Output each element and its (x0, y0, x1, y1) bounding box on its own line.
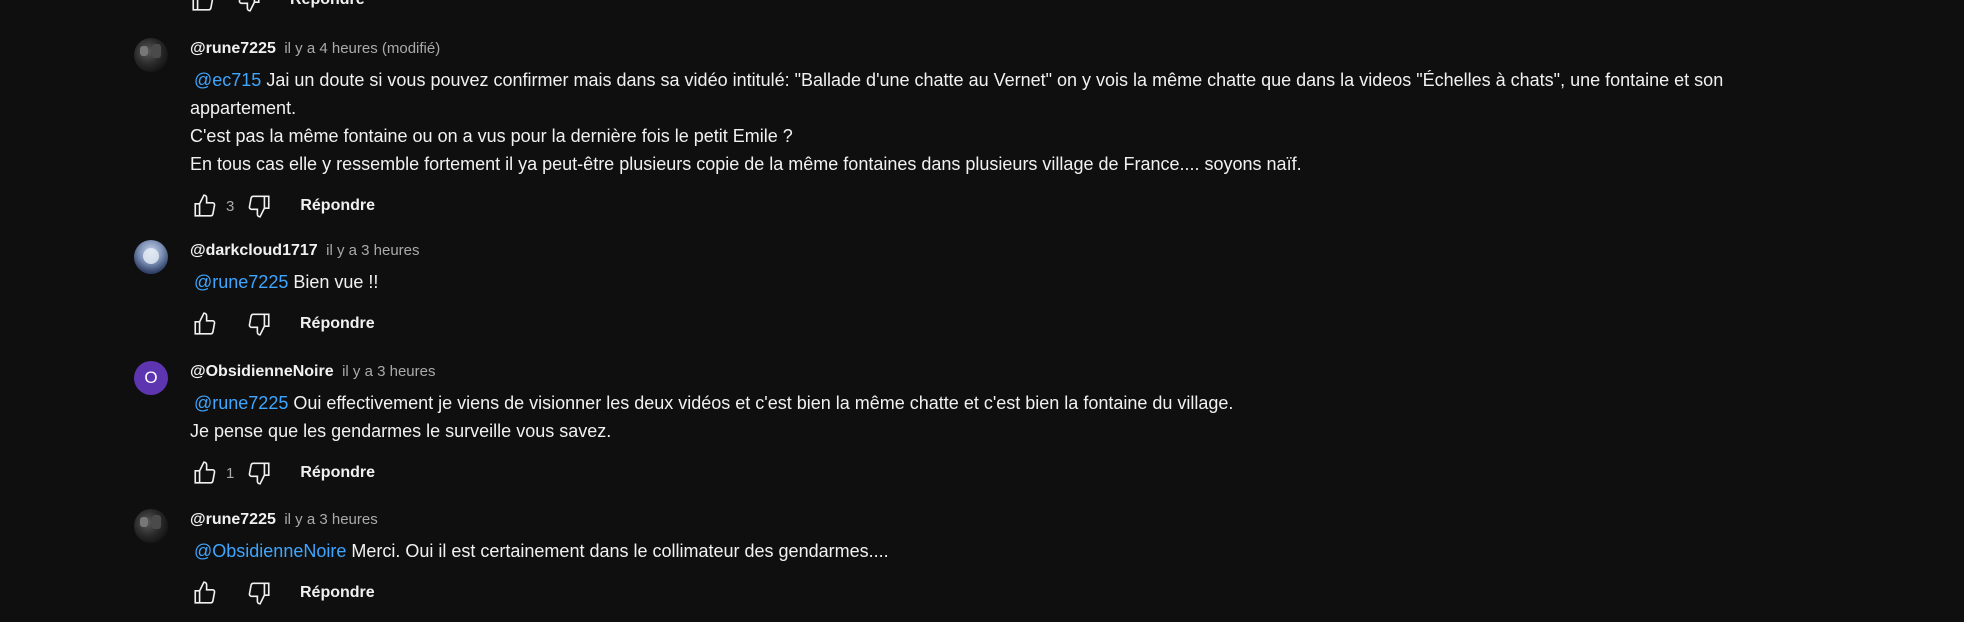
comment-body: @ObsidienneNoire il y a 3 heures @rune72… (190, 361, 1924, 491)
reply-button[interactable]: Répondre (300, 584, 375, 602)
reply-button[interactable]: Répondre (290, 0, 365, 9)
timestamp[interactable]: il y a 3 heures (326, 242, 419, 259)
avatar[interactable] (134, 509, 168, 543)
comment-text: @rune7225 Oui effectivement je viens de … (190, 389, 1924, 445)
like-count: 3 (226, 197, 235, 215)
like-button[interactable] (188, 0, 218, 15)
thumbs-down-icon (248, 195, 270, 218)
comment-body: @darkcloud1717 il y a 3 heures @rune7225… (190, 240, 1924, 342)
mention-link[interactable]: @ObsidienneNoire (194, 541, 346, 561)
thumbs-down-icon (248, 582, 270, 605)
avatar[interactable] (134, 38, 168, 72)
mention-link[interactable]: @rune7225 (194, 393, 288, 413)
dislike-button[interactable] (244, 191, 274, 221)
comment-line: appartement. (190, 98, 297, 118)
dislike-button[interactable] (244, 309, 274, 339)
comment-header: @ObsidienneNoire il y a 3 heures (190, 361, 1924, 383)
dislike-button[interactable] (244, 578, 274, 608)
mention-link[interactable]: @ec715 (194, 70, 261, 90)
comment-text: @ec715 Jai un doute si vous pouvez confi… (190, 66, 1924, 178)
comment-line: C'est pas la même fontaine ou on a vus p… (190, 126, 793, 146)
thumbs-up-icon (192, 0, 214, 11)
comment-line: Jai un doute si vous pouvez confirmer ma… (266, 70, 1724, 90)
dislike-button[interactable] (244, 458, 274, 488)
reply-button[interactable]: Répondre (300, 315, 375, 333)
reply-button[interactable]: Répondre (300, 197, 375, 215)
timestamp[interactable]: il y a 4 heures (modifié) (284, 40, 440, 57)
like-button[interactable] (190, 578, 220, 608)
thumbs-down-icon (248, 313, 270, 336)
comment-actions: Répondre (190, 306, 1924, 342)
avatar[interactable]: O (134, 361, 168, 395)
comment-line: Bien vue !! (293, 272, 379, 292)
author-name[interactable]: @darkcloud1717 (190, 242, 318, 259)
like-button[interactable] (190, 191, 220, 221)
reply-button[interactable]: Répondre (300, 464, 375, 482)
mention-link[interactable]: @rune7225 (194, 272, 288, 292)
comment-header: @rune7225 il y a 3 heures (190, 509, 1924, 531)
comment-line: En tous cas elle y ressemble fortement i… (190, 154, 1302, 174)
dislike-button[interactable] (234, 0, 264, 15)
thumbs-up-icon (194, 581, 216, 604)
comment-body: @rune7225 il y a 4 heures (modifié) @ec7… (190, 38, 1924, 224)
thumbs-up-icon (194, 312, 216, 335)
like-count: 1 (226, 464, 235, 482)
thumbs-down-icon (248, 462, 270, 485)
author-name[interactable]: @ObsidienneNoire (190, 363, 334, 380)
author-name[interactable]: @rune7225 (190, 40, 276, 57)
thumbs-up-icon (194, 194, 216, 217)
like-button[interactable] (190, 458, 220, 488)
comment-actions: Répondre (190, 575, 1924, 611)
thumbs-up-icon (194, 461, 216, 484)
comment-line: Oui effectivement je viens de visionner … (293, 393, 1234, 413)
comment-actions: 1 Répondre (190, 455, 1924, 491)
comment-header: @rune7225 il y a 4 heures (modifié) (190, 38, 1924, 60)
avatar[interactable] (134, 240, 168, 274)
timestamp[interactable]: il y a 3 heures (342, 363, 435, 380)
thumbs-down-icon (238, 0, 260, 12)
comment-actions: 3 Répondre (190, 188, 1924, 224)
comment-text: @rune7225 Bien vue !! (190, 268, 1924, 296)
comment-line: Je pense que les gendarmes le surveille … (190, 421, 612, 441)
comment-body: @rune7225 il y a 3 heures @ObsidienneNoi… (190, 509, 1924, 611)
author-name[interactable]: @rune7225 (190, 511, 276, 528)
timestamp[interactable]: il y a 3 heures (284, 511, 377, 528)
comment-line: Merci. Oui il est certainement dans le c… (351, 541, 889, 561)
comment-text: @ObsidienneNoire Merci. Oui il est certa… (190, 537, 1924, 565)
like-button[interactable] (190, 309, 220, 339)
comment-header: @darkcloud1717 il y a 3 heures (190, 240, 1924, 262)
previous-comment-actions: Répondre (188, 0, 365, 14)
